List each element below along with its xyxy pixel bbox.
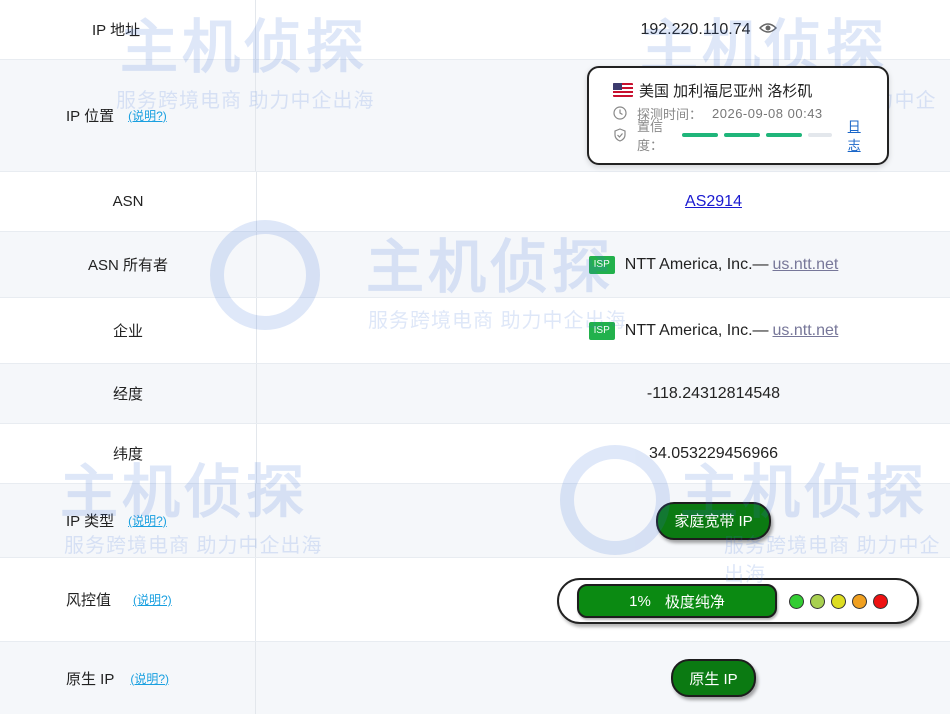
ip-type-label: IP 类型 (说明?) [0, 484, 256, 557]
company-label-text: 企业 [112, 323, 143, 340]
asn-label-text: ASN [112, 193, 144, 210]
longitude-label: 经度 [0, 364, 257, 423]
ip-type-value-cell: 家庭宽带 IP [257, 484, 950, 557]
ip-location-label-text: IP 位置 [66, 108, 115, 125]
risk-percent: 1% [629, 592, 651, 610]
row-longitude: 经度 -118.24312814548 [0, 364, 950, 424]
longitude-value: -118.24312814548 [646, 384, 781, 402]
company-org: NTT America, Inc.— [624, 321, 769, 339]
isp-badge: ISP [588, 255, 615, 274]
risk-label: 风控值 (说明?) [0, 558, 256, 641]
ip-address-value-cell: 192.220.110.74 [257, 0, 950, 59]
row-ip-type: IP 类型 (说明?) 家庭宽带 IP [0, 484, 950, 558]
confidence-bar [681, 133, 838, 137]
row-risk: 风控值 (说明?) 1% 极度纯净 [0, 558, 950, 642]
confidence-label: 置信度： [637, 119, 664, 153]
confidence-segment [807, 133, 832, 137]
ip-location-label: IP 位置 (说明?) [0, 60, 256, 171]
row-ip-address: IP 地址 192.220.110.74 [0, 0, 950, 60]
confidence-segment [765, 133, 802, 137]
asn-owner-site-link[interactable]: us.ntt.net [773, 256, 839, 274]
risk-text: 极度纯净 [664, 593, 725, 611]
detect-time-value: 2026-09-08 00:43 [712, 105, 823, 121]
longitude-value-cell: -118.24312814548 [257, 364, 950, 423]
latitude-label-text: 纬度 [112, 446, 143, 463]
eye-icon[interactable] [758, 21, 777, 39]
risk-level-dot [831, 593, 846, 609]
company-label: 企业 [0, 298, 257, 363]
explain-link[interactable]: (说明?) [128, 512, 167, 529]
explain-link[interactable]: (说明?) [133, 591, 172, 608]
risk-score-widget: 1% 极度纯净 [557, 578, 919, 624]
us-flag-icon [613, 83, 633, 97]
explain-link[interactable]: (说明?) [130, 670, 169, 687]
asn-owner-label-text: ASN 所有者 [87, 257, 168, 274]
risk-level-dot [852, 593, 867, 609]
company-value-cell: ISP NTT America, Inc.— us.ntt.net [257, 298, 950, 363]
latitude-label: 纬度 [0, 424, 257, 483]
ip-address-label-text: IP 地址 [92, 22, 141, 39]
ip-location-card: 美国 加利福尼亚州 洛杉矶 探测时间： 2026-09-08 00:43 置信度… [587, 66, 889, 165]
native-ip-label-text: 原生 IP [66, 670, 115, 688]
location-region: 美国 加利福尼亚州 洛杉矶 [639, 82, 813, 100]
asn-value-cell: AS2914 [257, 172, 950, 231]
native-ip-label: 原生 IP (说明?) [0, 642, 256, 714]
latitude-value-cell: 34.053229456966 [257, 424, 950, 483]
row-company: 企业 ISP NTT America, Inc.— us.ntt.net [0, 298, 950, 364]
shield-check-icon [613, 128, 627, 142]
ip-address-label: IP 地址 [0, 0, 256, 59]
row-asn: ASN AS2914 [0, 172, 950, 232]
risk-level-dots [789, 593, 894, 609]
confidence-line: 置信度： 日志 [613, 119, 863, 153]
longitude-label-text: 经度 [112, 386, 143, 403]
isp-badge: ISP [588, 321, 615, 340]
asn-owner-label: ASN 所有者 [0, 232, 257, 297]
row-native-ip: 原生 IP (说明?) 原生 IP [0, 642, 950, 714]
asn-owner-org: NTT America, Inc.— [624, 255, 769, 273]
ip-type-label-text: IP 类型 [66, 513, 115, 530]
explain-link[interactable]: (说明?) [128, 107, 167, 124]
risk-level-dot [789, 593, 804, 609]
risk-score-pill: 1% 极度纯净 [577, 584, 777, 618]
location-region-line: 美国 加利福尼亚州 洛杉矶 [613, 78, 863, 102]
asn-link[interactable]: AS2914 [685, 193, 742, 211]
row-latitude: 纬度 34.053229456966 [0, 424, 950, 484]
confidence-segment [723, 133, 760, 137]
log-link[interactable]: 日志 [848, 116, 863, 154]
risk-label-text: 风控值 [66, 592, 112, 609]
native-ip-badge: 原生 IP [671, 659, 756, 697]
asn-label: ASN [0, 172, 257, 231]
asn-owner-value-cell: ISP NTT America, Inc.— us.ntt.net [257, 232, 950, 297]
ip-type-badge: 家庭宽带 IP [656, 501, 771, 540]
latitude-value: 34.053229456966 [648, 444, 779, 462]
native-ip-value-cell: 原生 IP [257, 642, 950, 714]
clock-icon [613, 106, 627, 120]
company-site-link[interactable]: us.ntt.net [773, 322, 839, 340]
row-asn-owner: ASN 所有者 ISP NTT America, Inc.— us.ntt.ne… [0, 232, 950, 298]
risk-level-dot [873, 593, 888, 609]
confidence-segment [681, 133, 718, 137]
risk-level-dot [810, 593, 825, 609]
ip-address-value: 192.220.110.74 [640, 20, 751, 38]
